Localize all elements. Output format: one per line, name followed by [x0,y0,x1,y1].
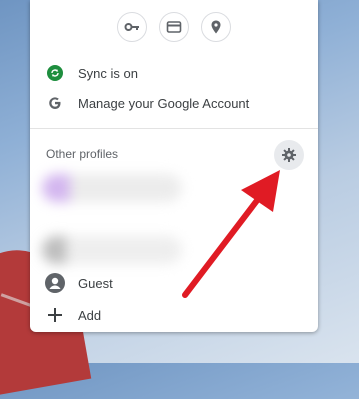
guest-avatar-icon [45,273,65,293]
profile-item[interactable] [42,174,182,202]
guest-label: Guest [78,275,113,291]
profile-item[interactable] [42,236,182,264]
quick-actions-row [30,12,318,44]
sync-status-row[interactable]: Sync is on [30,58,318,88]
addresses-button[interactable] [201,12,231,42]
manage-account-row[interactable]: Manage your Google Account [30,88,318,118]
payment-methods-button[interactable] [159,12,189,42]
passwords-button[interactable] [117,12,147,42]
google-g-icon [45,93,65,113]
add-label: Add [78,307,102,323]
add-profile-row[interactable]: Add [30,300,318,330]
manage-account-label: Manage your Google Account [78,95,250,111]
other-profiles-heading: Other profiles [46,147,119,161]
annotation-arrow-icon [182,170,280,298]
sync-label: Sync is on [78,65,138,81]
menu-divider [30,128,318,129]
plus-icon [45,305,65,325]
credit-card-icon [166,21,182,33]
location-pin-icon [211,20,221,34]
sync-icon [45,63,65,83]
key-icon [124,23,139,31]
